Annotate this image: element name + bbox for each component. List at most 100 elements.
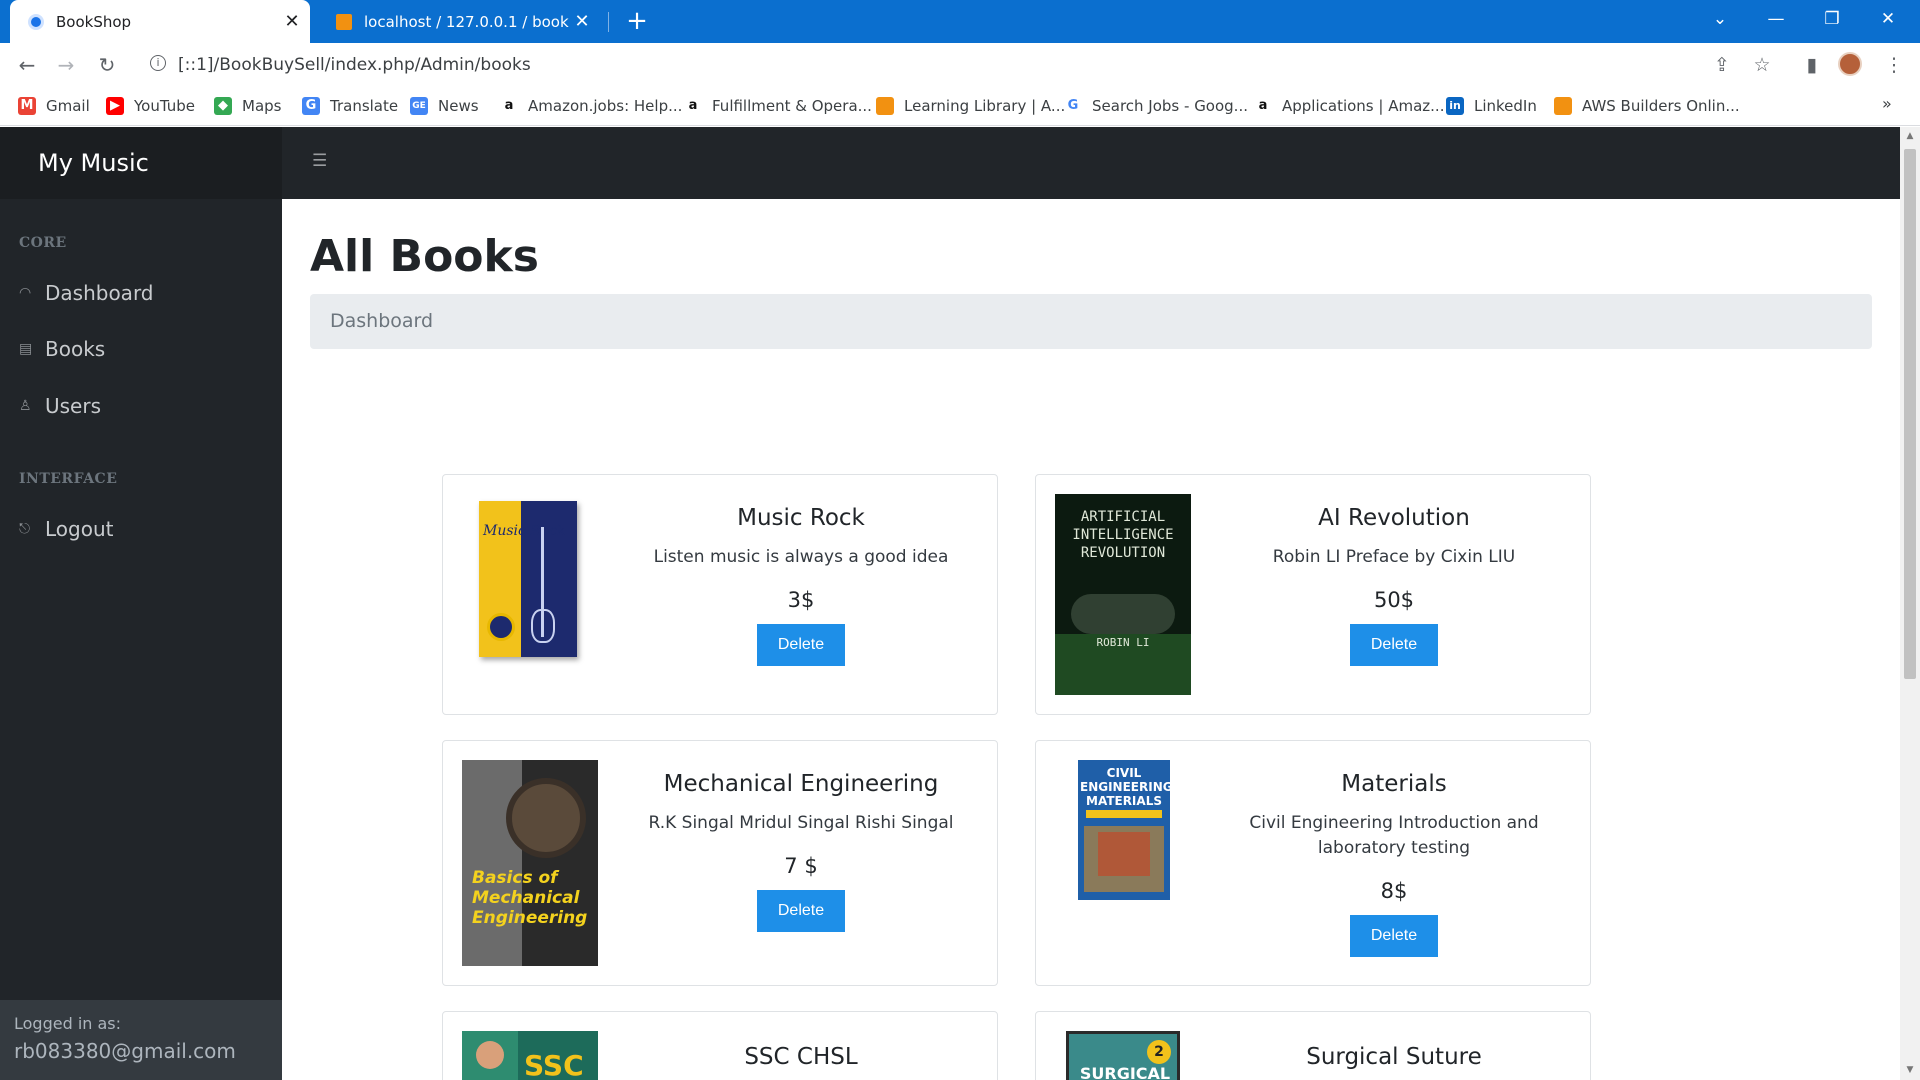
delete-button[interactable]: Delete xyxy=(1350,915,1438,957)
book-cover-image: ARTIFICIAL INTELLIGENCE REVOLUTION ROBIN… xyxy=(1055,494,1191,695)
url-text[interactable]: [::1]/BookBuySell/index.php/Admin/books xyxy=(178,55,531,75)
delete-button[interactable]: Delete xyxy=(1350,624,1438,666)
tab-bookshop[interactable]: BookShop ✕ xyxy=(10,0,310,43)
delete-button[interactable]: Delete xyxy=(757,624,845,666)
share-icon[interactable]: ⇪ xyxy=(1706,49,1738,81)
bookmark-label: Translate xyxy=(330,97,399,115)
scroll-down-icon[interactable]: ▼ xyxy=(1904,1065,1916,1075)
browser-toolbar: ← → ↻ i [::1]/BookBuySell/index.php/Admi… xyxy=(0,43,1920,86)
address-bar[interactable]: i [::1]/BookBuySell/index.php/Admin/book… xyxy=(140,48,1760,82)
book-title: Music Rock xyxy=(737,505,865,531)
bookmark-learning-library[interactable]: Learning Library | A... xyxy=(876,95,1065,117)
user-icon: ♙ xyxy=(19,398,32,414)
forward-icon[interactable]: → xyxy=(50,49,82,81)
book-icon: ▤ xyxy=(19,341,33,357)
book-info: SSC CHSL xyxy=(633,1012,969,1070)
bookmark-star-icon[interactable]: ☆ xyxy=(1746,49,1778,81)
more-bookmarks-icon[interactable]: » xyxy=(1882,94,1892,113)
book-info: Music Rock Listen music is always a good… xyxy=(633,475,969,666)
book-price: 7 $ xyxy=(784,854,818,878)
cover-text: CIVIL ENGINEERING MATERIALS xyxy=(1080,766,1170,808)
bookmark-translate[interactable]: G Translate xyxy=(302,95,398,117)
profile-avatar[interactable] xyxy=(1838,52,1862,76)
cover-text: SSC xyxy=(524,1049,584,1080)
scrollbar-thumb[interactable] xyxy=(1904,149,1916,679)
bookmark-label: Fulfillment & Opera... xyxy=(712,97,872,115)
breadcrumb[interactable]: Dashboard xyxy=(310,294,1872,349)
maps-icon: ◆ xyxy=(214,97,232,115)
book-card: ARTIFICIAL INTELLIGENCE REVOLUTION ROBIN… xyxy=(1035,474,1591,715)
book-title: Mechanical Engineering xyxy=(663,771,939,797)
tab-title: BookShop xyxy=(56,12,132,31)
sidebar-item-label: Dashboard xyxy=(45,281,154,305)
sidebar: CORE ◠ Dashboard ▤ Books ♙ Users INTERFA… xyxy=(0,199,282,1080)
tab-title: localhost / 127.0.0.1 / book / use xyxy=(364,12,570,31)
sidebar-item-logout[interactable]: ⎋ Logout xyxy=(19,514,113,544)
phpmyadmin-favicon-icon xyxy=(336,13,352,30)
sidebar-item-label: Books xyxy=(45,337,106,361)
close-tab-icon[interactable]: ✕ xyxy=(280,11,304,32)
sidebar-item-dashboard[interactable]: ◠ Dashboard xyxy=(19,278,154,308)
delete-button[interactable]: Delete xyxy=(757,890,845,932)
bookmark-gmail[interactable]: M Gmail xyxy=(18,95,90,117)
browser-tab-bar: BookShop ✕ localhost / 127.0.0.1 / book … xyxy=(0,0,1920,43)
page-scrollbar[interactable]: ▲ ▼ xyxy=(1900,127,1920,1080)
bookmark-youtube[interactable]: ▶ YouTube xyxy=(106,95,195,117)
book-card: Basics of Mechanical Engineering Mechani… xyxy=(442,740,998,986)
bookmark-news[interactable]: GE News xyxy=(410,95,479,117)
bookmark-label: Maps xyxy=(242,97,282,115)
bookmark-label: YouTube xyxy=(134,97,195,115)
bookmark-aws-builders[interactable]: AWS Builders Onlin... xyxy=(1554,95,1740,117)
sidebar-item-users[interactable]: ♙ Users xyxy=(19,391,101,421)
bookmark-amazon-jobs[interactable]: a Amazon.jobs: Help... xyxy=(500,95,682,117)
bookmark-label: AWS Builders Onlin... xyxy=(1582,97,1740,115)
brand-logo[interactable]: My Music xyxy=(0,127,282,199)
bookmark-applications[interactable]: a Applications | Amaz... xyxy=(1254,95,1444,117)
sidebar-item-books[interactable]: ▤ Books xyxy=(19,334,105,364)
bookmark-fulfillment[interactable]: a Fulfillment & Opera... xyxy=(684,95,872,117)
bookmark-label: Applications | Amaz... xyxy=(1282,97,1445,115)
book-card: 2 SURGICAL Surgical Suture xyxy=(1035,1011,1591,1080)
tab-search-icon[interactable]: ⌄ xyxy=(1692,0,1748,40)
bookmark-label: Amazon.jobs: Help... xyxy=(528,97,683,115)
cover-text: SURGICAL xyxy=(1079,1064,1171,1080)
book-price: 8$ xyxy=(1380,879,1408,903)
book-info: AI Revolution Robin LI Preface by Cixin … xyxy=(1226,475,1562,666)
bookmark-linkedin[interactable]: in LinkedIn xyxy=(1446,95,1537,117)
book-info: Materials Civil Engineering Introduction… xyxy=(1226,741,1562,957)
sidebar-heading-core: CORE xyxy=(19,235,67,251)
logged-in-label: Logged in as: xyxy=(14,1014,122,1033)
scroll-up-icon[interactable]: ▲ xyxy=(1904,131,1916,141)
amazon-icon: a xyxy=(684,97,702,115)
bookmark-maps[interactable]: ◆ Maps xyxy=(214,95,281,117)
book-description: Listen music is always a good idea xyxy=(653,547,949,567)
reload-icon[interactable]: ↻ xyxy=(91,49,123,81)
cover-text: ARTIFICIAL INTELLIGENCE REVOLUTION xyxy=(1072,509,1174,561)
aws-icon xyxy=(1554,97,1572,115)
book-cover-image: 2 SURGICAL xyxy=(1066,1031,1180,1080)
book-title: Surgical Suture xyxy=(1306,1044,1482,1070)
bookmark-search-jobs[interactable]: G Search Jobs - Goog... xyxy=(1064,95,1248,117)
sidebar-item-label: Users xyxy=(45,394,102,418)
close-tab-icon[interactable]: ✕ xyxy=(570,11,594,32)
restore-icon[interactable]: ❐ xyxy=(1804,0,1860,40)
logout-icon: ⎋ xyxy=(19,521,31,537)
sidebar-footer: Logged in as: rb083380@gmail.com xyxy=(0,1000,282,1080)
amazon-icon: a xyxy=(500,97,518,115)
side-panel-icon[interactable]: ▮ xyxy=(1796,49,1828,81)
bookmark-label: Learning Library | A... xyxy=(904,97,1066,115)
book-card: Music Rock Music Rock Listen music is al… xyxy=(442,474,998,715)
logged-in-user: rb083380@gmail.com xyxy=(14,1039,236,1063)
back-icon[interactable]: ← xyxy=(11,49,43,81)
youtube-icon: ▶ xyxy=(106,97,124,115)
book-info: Surgical Suture xyxy=(1226,1012,1562,1070)
dashboard-icon: ◠ xyxy=(19,285,32,301)
book-description: Robin LI Preface by Cixin LIU xyxy=(1272,547,1516,567)
close-window-icon[interactable]: ✕ xyxy=(1860,0,1916,40)
sidebar-toggle-icon[interactable]: ☰ xyxy=(312,151,327,171)
tab-phpmyadmin[interactable]: localhost / 127.0.0.1 / book / use ✕ xyxy=(318,0,600,43)
new-tab-button[interactable]: + xyxy=(622,4,652,38)
minimize-icon[interactable]: — xyxy=(1748,0,1804,40)
menu-kebab-icon[interactable]: ⋮ xyxy=(1878,49,1910,81)
site-info-icon[interactable]: i xyxy=(150,55,166,71)
